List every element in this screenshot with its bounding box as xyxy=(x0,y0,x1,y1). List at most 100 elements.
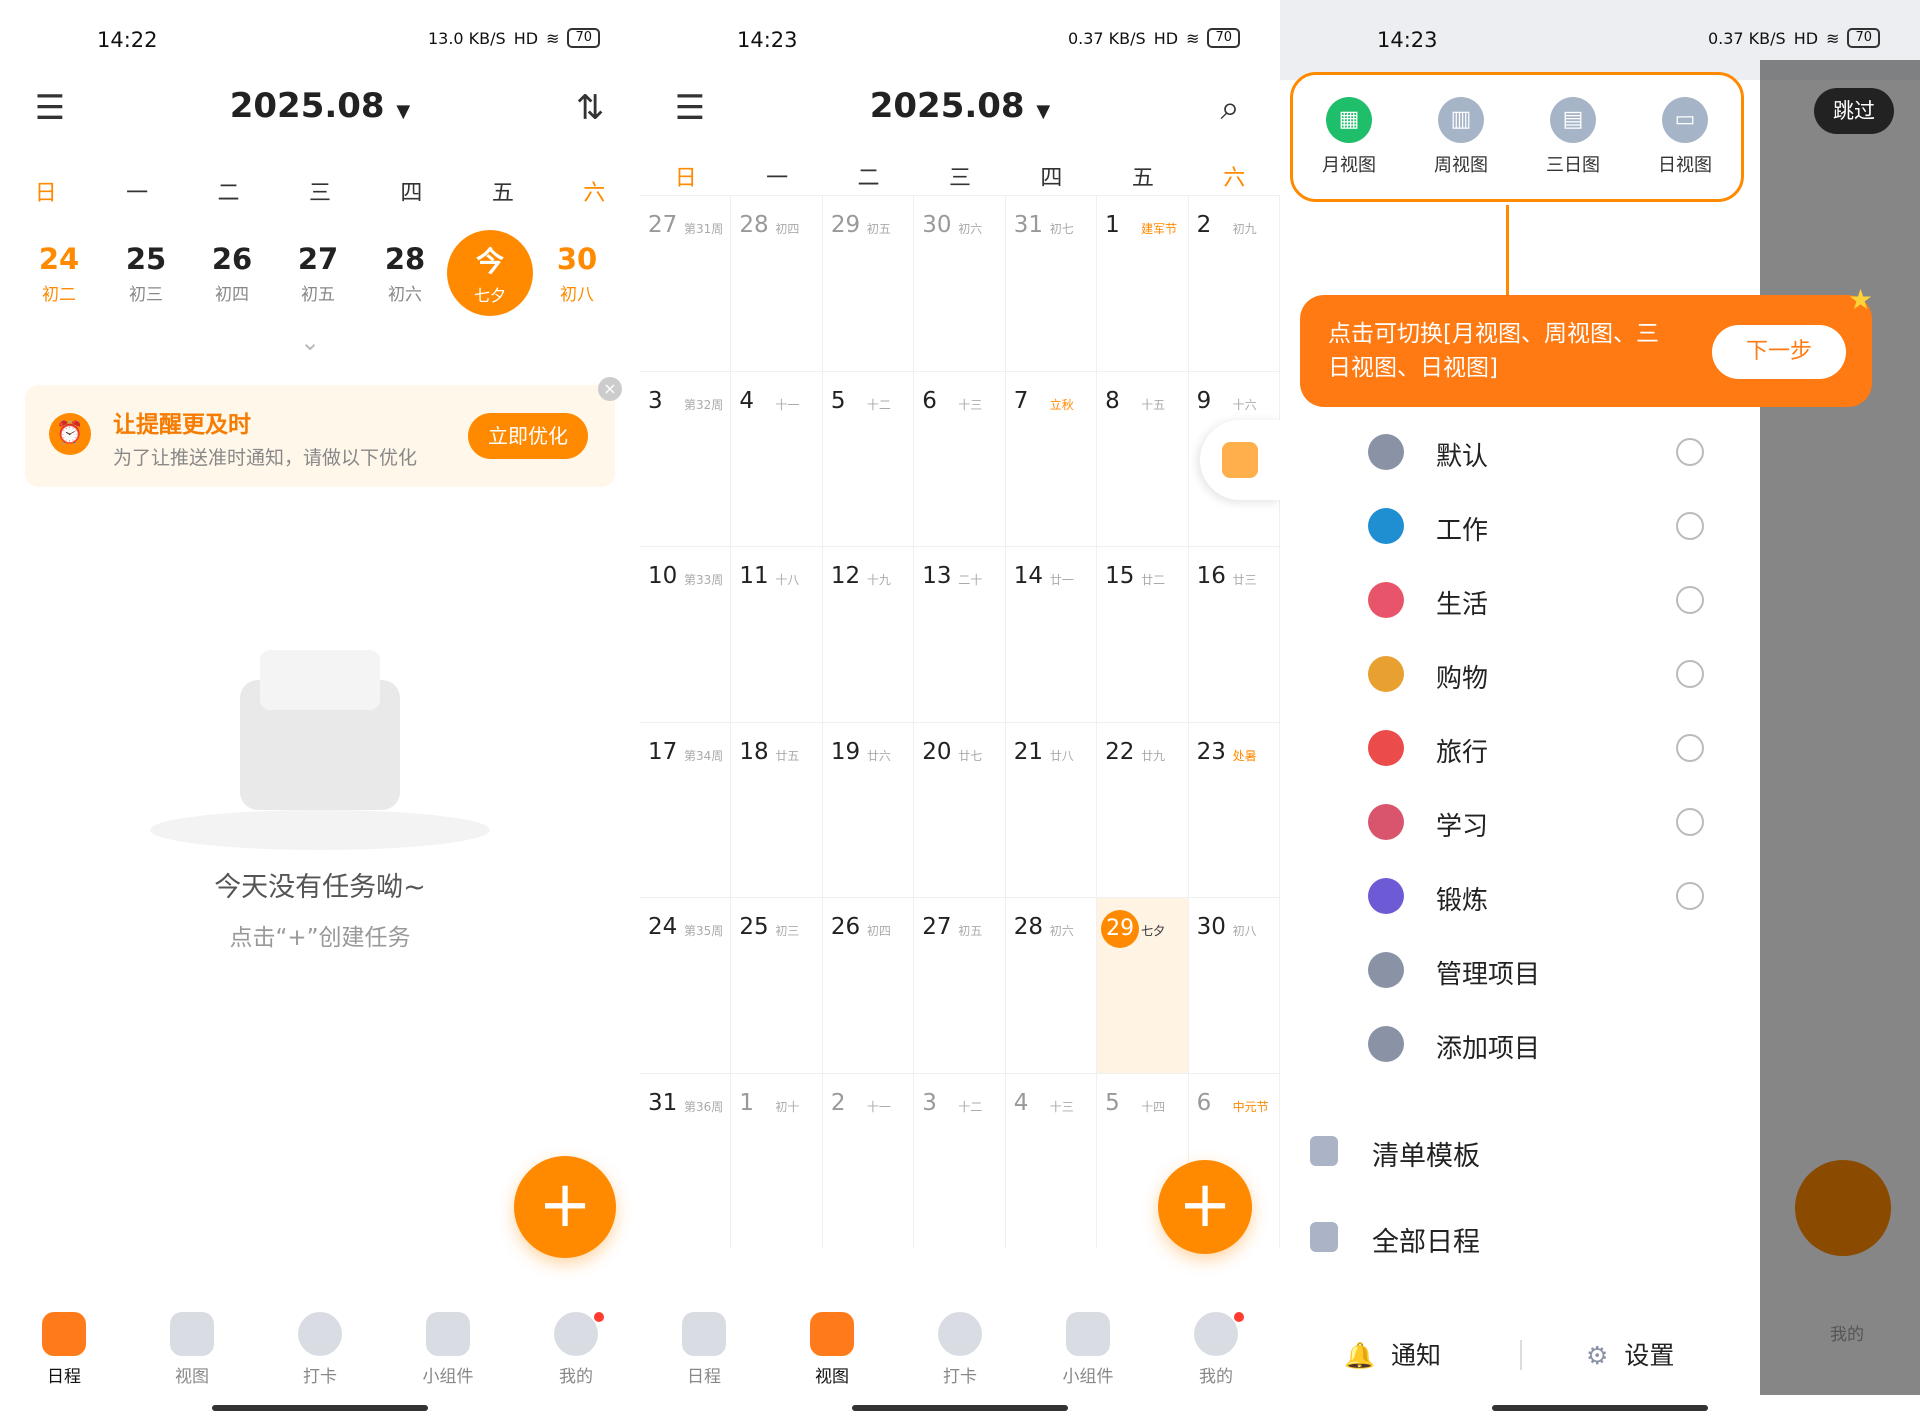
week-view-option[interactable]: ▥ 周视图 xyxy=(1405,75,1517,199)
day-cell[interactable]: 25 初三 xyxy=(731,897,823,1073)
dimmed-background[interactable]: 我的 xyxy=(1760,60,1920,1395)
day-cell[interactable]: 30 初六 xyxy=(914,195,1006,371)
project-item[interactable]: 添加项目 xyxy=(1368,1014,1708,1074)
day-cell[interactable]: 12 十九 xyxy=(822,546,915,722)
day-cell[interactable]: 2 十一 xyxy=(822,1072,915,1248)
tab-widget[interactable]: 小组件 xyxy=(384,1300,512,1400)
day-cell[interactable]: 30 初八 xyxy=(534,242,620,305)
day-cell[interactable]: 27 初五 xyxy=(275,242,361,305)
project-icon xyxy=(1368,434,1404,470)
day-number: 5 xyxy=(830,387,846,414)
today-cell[interactable]: 今七夕 xyxy=(447,230,533,316)
day-cell[interactable]: 16 廿三 xyxy=(1188,546,1280,722)
project-item[interactable]: 默认 xyxy=(1368,422,1708,482)
project-radio[interactable] xyxy=(1676,808,1704,836)
notify-button[interactable]: 🔔 通知 xyxy=(1344,1336,1441,1372)
day-cell[interactable]: 10 第33周 xyxy=(640,546,732,722)
project-radio[interactable] xyxy=(1676,438,1704,466)
caret-down-icon: ▼ xyxy=(1036,101,1051,122)
project-item[interactable]: 生活 xyxy=(1368,570,1708,630)
add-task-button[interactable]: + xyxy=(1158,1160,1252,1254)
project-radio[interactable] xyxy=(1676,660,1704,688)
tab-mine[interactable]: 我的 xyxy=(1152,1300,1280,1400)
day-cell[interactable]: 7 立秋 xyxy=(1005,370,1098,546)
project-item[interactable]: 管理项目 xyxy=(1368,940,1708,1000)
day-cell[interactable]: 19 廿六 xyxy=(822,721,915,897)
day-cell[interactable]: 3 十二 xyxy=(914,1072,1006,1248)
weekday-header: 日 一 二 三 四 五 六 xyxy=(640,160,1280,192)
day-cell[interactable]: 6 十三 xyxy=(914,370,1006,546)
all-schedules-item[interactable]: 全部日程 xyxy=(1310,1208,1710,1268)
tab-view[interactable]: 视图 xyxy=(768,1300,896,1400)
day-cell[interactable]: 24 第35周 xyxy=(640,897,732,1073)
tab-view[interactable]: 视图 xyxy=(128,1300,256,1400)
tab-checkin[interactable]: 打卡 xyxy=(896,1300,1024,1400)
day-cell[interactable]: 5 十二 xyxy=(822,370,915,546)
day-cell[interactable]: 28 初四 xyxy=(731,195,823,371)
project-radio[interactable] xyxy=(1676,586,1704,614)
month-selector[interactable]: 2025.08 ▼ xyxy=(640,86,1280,126)
day-cell[interactable]: 27 初五 xyxy=(914,897,1006,1073)
day-cell[interactable]: 4 十一 xyxy=(731,370,823,546)
day-cell[interactable]: 11 十八 xyxy=(731,546,823,722)
day-cell[interactable]: 25 初三 xyxy=(103,242,189,305)
add-task-button[interactable]: + xyxy=(514,1156,616,1258)
skip-button[interactable]: 跳过 xyxy=(1814,88,1894,134)
day-cell[interactable]: 23 处暑 xyxy=(1188,721,1280,897)
expand-chevron-icon[interactable]: ⌄ xyxy=(300,328,320,356)
day-cell[interactable]: 30 初八 xyxy=(1188,897,1280,1073)
day-cell[interactable]: 18 廿五 xyxy=(731,721,823,897)
day-cell[interactable]: 8 十五 xyxy=(1097,370,1189,546)
today-cell[interactable]: 29 七夕 xyxy=(1097,897,1189,1073)
day-cell[interactable]: 22 廿九 xyxy=(1097,721,1189,897)
three-day-view-option[interactable]: ▤ 三日图 xyxy=(1517,75,1629,199)
day-cell[interactable]: 31 初七 xyxy=(1005,195,1098,371)
view-label: 周视图 xyxy=(1434,155,1488,176)
day-cell[interactable]: 29 初五 xyxy=(822,195,915,371)
lunar-label: 初四 xyxy=(866,924,891,938)
project-item[interactable]: 购物 xyxy=(1368,644,1708,704)
day-view-option[interactable]: ▭ 日视图 xyxy=(1629,75,1741,199)
day-cell[interactable]: 14 廿一 xyxy=(1005,546,1098,722)
day-cell[interactable]: 15 廿二 xyxy=(1097,546,1189,722)
tab-mine[interactable]: 我的 xyxy=(512,1300,640,1400)
day-cell[interactable]: 26 初四 xyxy=(189,242,275,305)
project-radio[interactable] xyxy=(1676,882,1704,910)
day-cell[interactable]: 2 初九 xyxy=(1188,195,1280,371)
day-cell[interactable]: 1 建军节 xyxy=(1097,195,1189,371)
day-cell[interactable]: 1 初十 xyxy=(731,1072,823,1248)
month-view-option[interactable]: ▦ 月视图 xyxy=(1293,75,1405,199)
tab-checkin[interactable]: 打卡 xyxy=(256,1300,384,1400)
project-item[interactable]: 工作 xyxy=(1368,496,1708,556)
day-cell[interactable]: 28 初六 xyxy=(1005,897,1098,1073)
project-item[interactable]: 旅行 xyxy=(1368,718,1708,778)
month-selector[interactable]: 2025.08 ▼ xyxy=(0,86,640,126)
close-icon[interactable]: × xyxy=(598,377,622,401)
tab-widget[interactable]: 小组件 xyxy=(1024,1300,1152,1400)
day-cell[interactable]: 28 初六 xyxy=(362,242,448,305)
settings-button[interactable]: ⚙ 设置 xyxy=(1586,1336,1674,1372)
day-cell[interactable]: 24 初二 xyxy=(16,242,102,305)
day-cell[interactable]: 31 第36周 xyxy=(640,1072,732,1248)
day-cell[interactable]: 17 第34周 xyxy=(640,721,732,897)
project-radio[interactable] xyxy=(1676,512,1704,540)
weekday-label: 二 xyxy=(217,181,240,206)
next-step-button[interactable]: 下一步 xyxy=(1712,325,1846,379)
project-item[interactable]: 锻炼 xyxy=(1368,866,1708,926)
floating-note-button[interactable] xyxy=(1200,420,1280,500)
day-cell[interactable]: 4 十三 xyxy=(1005,1072,1098,1248)
sort-icon[interactable]: ⇅ xyxy=(566,84,614,132)
project-item[interactable]: 学习 xyxy=(1368,792,1708,852)
day-cell[interactable]: 21 廿八 xyxy=(1005,721,1098,897)
search-icon[interactable]: ⌕ xyxy=(1206,84,1254,132)
day-cell[interactable]: 13 二十 xyxy=(914,546,1006,722)
day-cell[interactable]: 27 第31周 xyxy=(640,195,732,371)
day-cell[interactable]: 26 初四 xyxy=(822,897,915,1073)
day-cell[interactable]: 20 廿七 xyxy=(914,721,1006,897)
day-cell[interactable]: 3 第32周 xyxy=(640,370,732,546)
list-template-item[interactable]: 清单模板 xyxy=(1310,1122,1710,1182)
tab-schedule[interactable]: 日程 xyxy=(640,1300,768,1400)
tab-schedule[interactable]: 日程 xyxy=(0,1300,128,1400)
project-radio[interactable] xyxy=(1676,734,1704,762)
optimize-button[interactable]: 立即优化 xyxy=(468,413,588,459)
